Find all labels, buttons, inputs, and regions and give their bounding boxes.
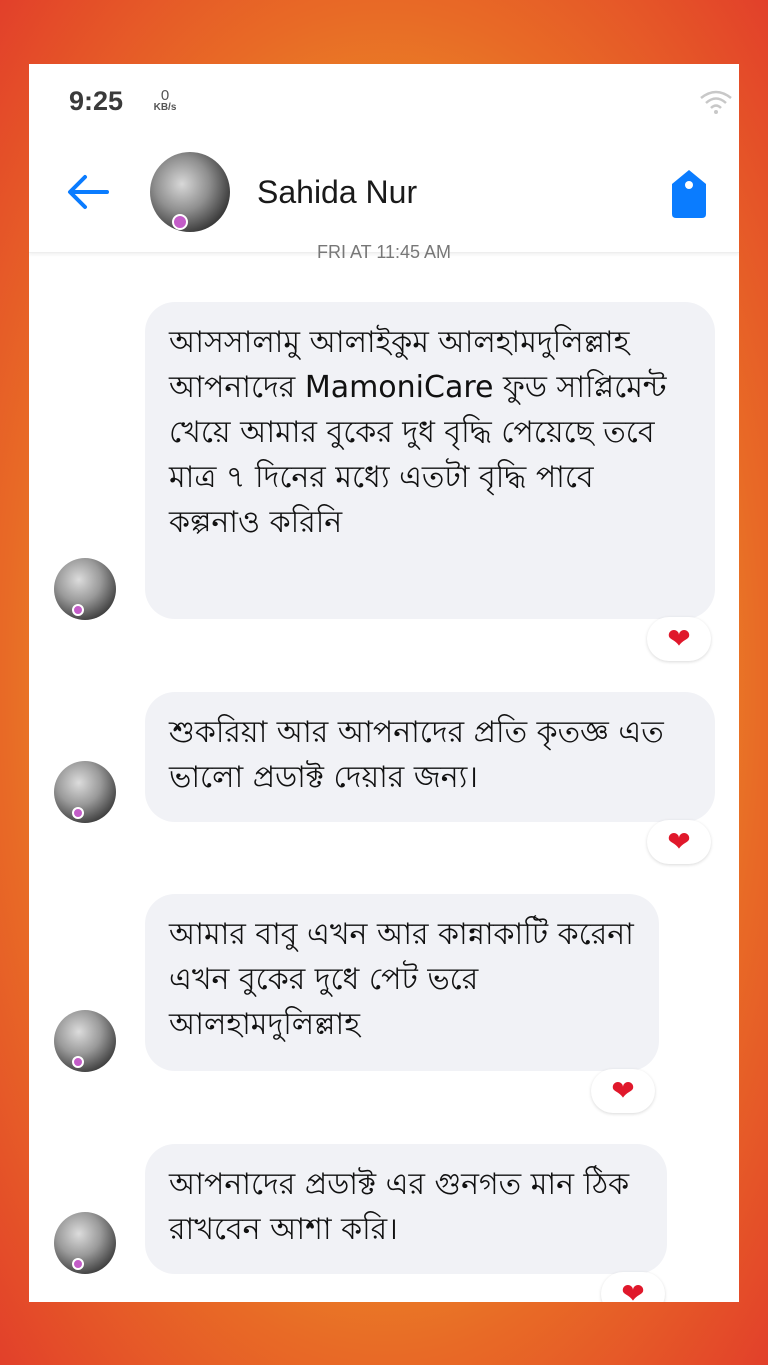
status-bar: 9:25 0 KB/s	[29, 64, 739, 144]
sender-avatar[interactable]	[54, 1010, 116, 1072]
sender-avatar[interactable]	[54, 1212, 116, 1274]
contact-name[interactable]: Sahida Nur	[257, 174, 417, 211]
sender-avatar[interactable]	[54, 558, 116, 620]
sender-avatar[interactable]	[54, 761, 116, 823]
heart-icon: ❤	[667, 622, 691, 655]
contact-avatar[interactable]	[150, 152, 230, 232]
reaction-badge[interactable]: ❤	[647, 617, 711, 661]
reaction-badge[interactable]: ❤	[647, 820, 711, 864]
heart-icon: ❤	[621, 1277, 645, 1303]
avatar-badge	[72, 807, 84, 819]
wifi-icon	[699, 88, 733, 120]
message-bubble[interactable]: শুকরিয়া আর আপনাদের প্রতি কৃতজ্ঞ এত ভালো…	[145, 692, 715, 822]
message-bubble[interactable]: আসসালামু আলাইকুম আলহামদুলিল্লাহ আপনাদের …	[145, 302, 715, 619]
heart-icon: ❤	[667, 825, 691, 858]
reaction-badge[interactable]: ❤	[591, 1069, 655, 1113]
heart-icon: ❤	[611, 1074, 635, 1107]
net-speed-value: 0	[160, 87, 170, 104]
reaction-badge[interactable]: ❤	[601, 1272, 665, 1302]
message-bubble[interactable]: আপনাদের প্রডাক্ট এর গুনগত মান ঠিক রাখবেন…	[145, 1144, 667, 1274]
net-speed-unit: KB/s	[153, 102, 177, 113]
tag-icon[interactable]	[669, 168, 709, 224]
chat-header: Sahida Nur	[29, 144, 739, 253]
phone-screen: 9:25 0 KB/s Sahida Nur FRI AT 11:45 AM আ…	[29, 64, 739, 1302]
avatar-badge	[172, 214, 188, 230]
net-speed: 0 KB/s	[145, 88, 185, 113]
back-arrow-icon[interactable]	[65, 172, 111, 216]
message-bubble[interactable]: আমার বাবু এখন আর কান্নাকাটি করেনা এখন বু…	[145, 894, 659, 1071]
timestamp-separator: FRI AT 11:45 AM	[316, 242, 452, 258]
avatar-badge	[72, 604, 84, 616]
status-time: 9:25	[69, 86, 124, 116]
avatar-badge	[72, 1056, 84, 1068]
avatar-badge	[72, 1258, 84, 1270]
